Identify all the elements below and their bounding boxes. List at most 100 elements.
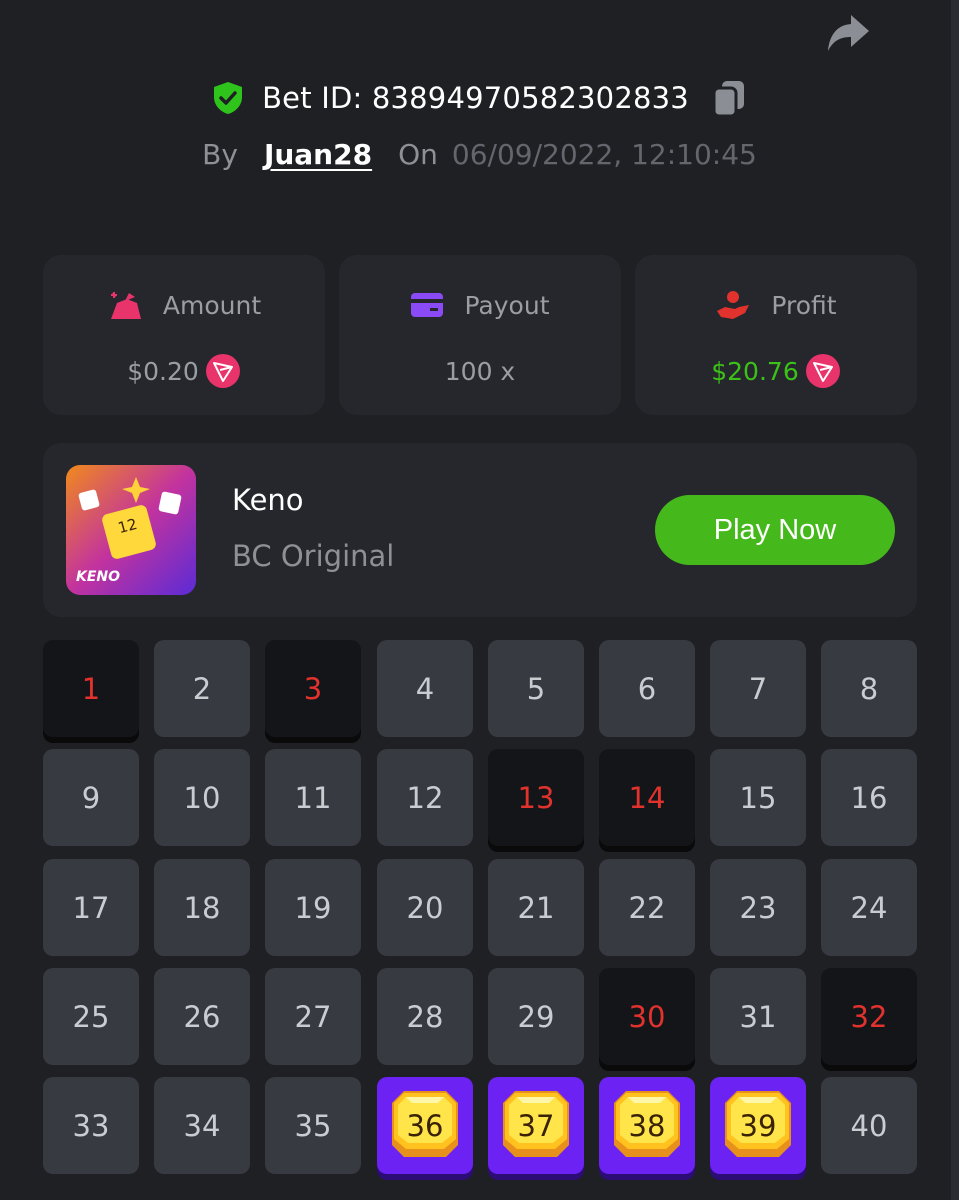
play-now-button[interactable]: Play Now — [655, 495, 895, 565]
payout-label: Payout — [464, 290, 550, 320]
keno-cell-hit[interactable]: 37 — [488, 1077, 584, 1174]
keno-cell-number: 22 — [628, 890, 666, 925]
share-button[interactable] — [822, 10, 874, 56]
keno-cell-number: 23 — [739, 890, 777, 925]
keno-cell-number: 11 — [294, 780, 332, 815]
username-link[interactable]: Juan28 — [264, 138, 372, 171]
amount-card: Amount $0.20 — [43, 255, 325, 415]
game-name: Keno — [232, 483, 304, 517]
keno-cell-number: 35 — [294, 1108, 332, 1143]
keno-cell-normal[interactable]: 10 — [154, 749, 250, 846]
keno-cell-normal[interactable]: 8 — [821, 640, 917, 737]
keno-cell-number: 29 — [517, 999, 555, 1034]
keno-cell-number: 14 — [628, 780, 666, 815]
keno-cell-hit[interactable]: 36 — [377, 1077, 473, 1174]
keno-cell-miss[interactable]: 32 — [821, 968, 917, 1065]
keno-cell-miss[interactable]: 13 — [488, 749, 584, 846]
keno-cell-miss[interactable]: 3 — [265, 640, 361, 737]
amount-value: $0.20 — [127, 356, 199, 386]
keno-cell-normal[interactable]: 18 — [154, 859, 250, 956]
keno-cell-normal[interactable]: 15 — [710, 749, 806, 846]
keno-cell-normal[interactable]: 26 — [154, 968, 250, 1065]
keno-cell-normal[interactable]: 35 — [265, 1077, 361, 1174]
keno-cell-number: 31 — [739, 999, 777, 1034]
keno-cell-number: 18 — [183, 890, 221, 925]
keno-cell-number: 12 — [406, 780, 444, 815]
keno-cell-normal[interactable]: 7 — [710, 640, 806, 737]
keno-cell-normal[interactable]: 12 — [377, 749, 473, 846]
keno-cell-normal[interactable]: 9 — [43, 749, 139, 846]
keno-cell-number: 21 — [517, 890, 555, 925]
keno-cell-number: 36 — [406, 1108, 444, 1143]
keno-cell-number: 39 — [739, 1108, 777, 1143]
scrollbar[interactable] — [951, 0, 959, 1200]
keno-cell-number: 26 — [183, 999, 221, 1034]
keno-board: 1 2 3 4 5 6 7 8 9 10 11 12 13 14 15 16 17 18 19 20 21 22 23 24 2… — [43, 640, 917, 1200]
copy-icon — [712, 81, 744, 117]
keno-cell-normal[interactable]: 29 — [488, 968, 584, 1065]
keno-cell-number: 8 — [859, 671, 879, 706]
keno-cell-miss[interactable]: 30 — [599, 968, 695, 1065]
keno-cell-number: 7 — [748, 671, 768, 706]
keno-cell-number: 32 — [850, 999, 888, 1034]
keno-cell-normal[interactable]: 22 — [599, 859, 695, 956]
keno-cell-normal[interactable]: 4 — [377, 640, 473, 737]
keno-cell-normal[interactable]: 20 — [377, 859, 473, 956]
keno-cell-number: 34 — [183, 1108, 221, 1143]
keno-cell-number: 13 — [517, 780, 555, 815]
keno-cell-number: 30 — [628, 999, 666, 1034]
bet-id: Bet ID: 838949705823028​33 — [262, 81, 689, 115]
keno-cell-number: 3 — [303, 671, 323, 706]
keno-cell-normal[interactable]: 23 — [710, 859, 806, 956]
keno-cell-number: 25 — [72, 999, 110, 1034]
keno-cell-normal[interactable]: 2 — [154, 640, 250, 737]
keno-cell-normal[interactable]: 27 — [265, 968, 361, 1065]
keno-thumbnail[interactable]: 12 KENO — [66, 465, 196, 595]
keno-cell-number: 28 — [406, 999, 444, 1034]
profit-value: $20.76 — [711, 356, 799, 386]
keno-cell-normal[interactable]: 24 — [821, 859, 917, 956]
money-bag-icon — [110, 292, 141, 319]
keno-cell-normal[interactable]: 6 — [599, 640, 695, 737]
keno-cell-number: 6 — [637, 671, 657, 706]
keno-cell-miss[interactable]: 14 — [599, 749, 695, 846]
keno-cell-normal[interactable]: 25 — [43, 968, 139, 1065]
thumb-keno-text: KENO — [76, 569, 121, 585]
game-provider: BC Original — [232, 539, 395, 573]
shield-check-icon — [214, 82, 243, 114]
keno-cell-number: 24 — [850, 890, 888, 925]
keno-cell-normal[interactable]: 40 — [821, 1077, 917, 1174]
keno-cell-number: 37 — [517, 1108, 555, 1143]
keno-cell-number: 4 — [415, 671, 435, 706]
keno-cell-normal[interactable]: 34 — [154, 1077, 250, 1174]
keno-cell-number: 38 — [628, 1108, 666, 1143]
keno-cell-number: 27 — [294, 999, 332, 1034]
keno-cell-normal[interactable]: 11 — [265, 749, 361, 846]
bet-byline: By Juan28 On 06/09/2022, 12:10:45 — [0, 132, 959, 176]
on-label: On — [398, 137, 438, 171]
keno-cell-normal[interactable]: 33 — [43, 1077, 139, 1174]
keno-cell-number: 40 — [850, 1108, 888, 1143]
keno-cell-normal[interactable]: 21 — [488, 859, 584, 956]
keno-cell-normal[interactable]: 28 — [377, 968, 473, 1065]
by-label: By — [202, 137, 238, 171]
keno-cell-normal[interactable]: 5 — [488, 640, 584, 737]
keno-cell-hit[interactable]: 38 — [599, 1077, 695, 1174]
keno-cell-number: 15 — [739, 780, 777, 815]
keno-cell-miss[interactable]: 1 — [43, 640, 139, 737]
keno-cell-number: 10 — [183, 780, 221, 815]
keno-cell-number: 20 — [406, 890, 444, 925]
copy-button[interactable] — [709, 78, 749, 118]
bet-id-row: Bet ID: 838949705823028​33 — [0, 74, 959, 122]
keno-cell-number: 9 — [81, 780, 101, 815]
amount-label: Amount — [162, 290, 262, 320]
keno-cell-normal[interactable]: 31 — [710, 968, 806, 1065]
share-icon — [828, 15, 869, 51]
profit-label: Profit — [771, 290, 837, 320]
keno-cell-normal[interactable]: 17 — [43, 859, 139, 956]
keno-cell-normal[interactable]: 16 — [821, 749, 917, 846]
keno-cell-hit[interactable]: 39 — [710, 1077, 806, 1174]
bet-datetime: 06/09/2022, 12:10:45 — [451, 137, 757, 171]
keno-cell-number: 17 — [72, 890, 110, 925]
keno-cell-normal[interactable]: 19 — [265, 859, 361, 956]
